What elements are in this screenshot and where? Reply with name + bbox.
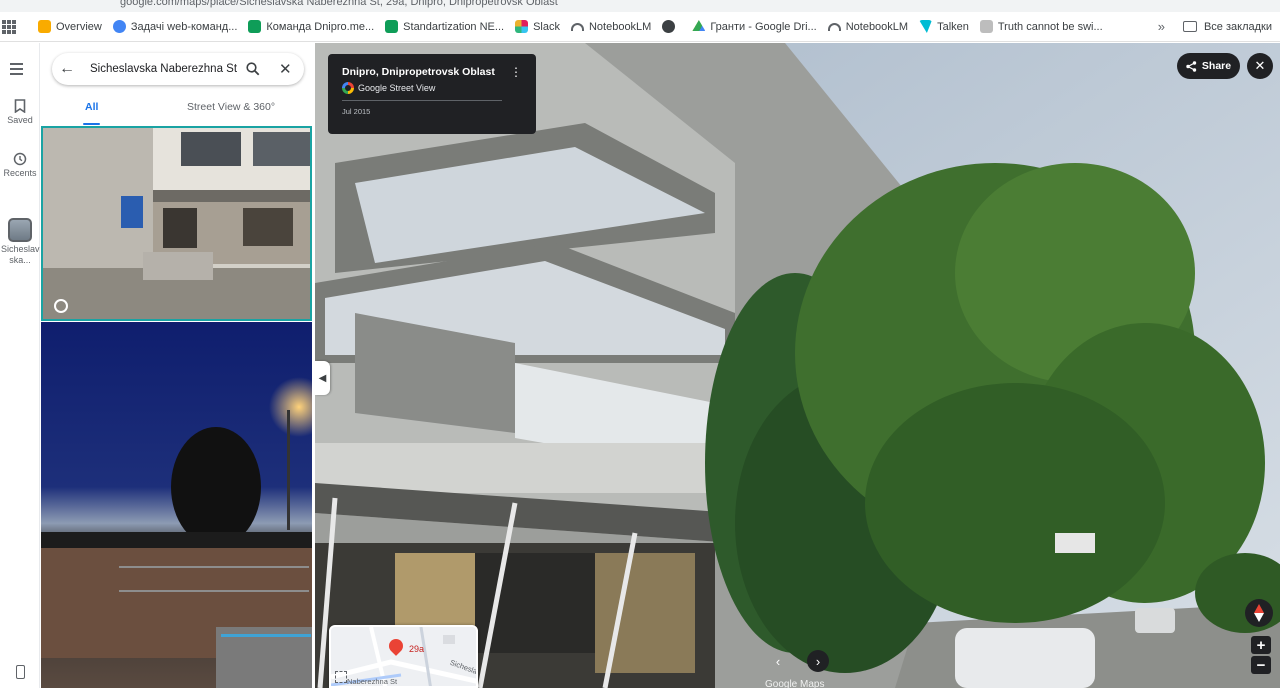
maps-side-rail: Saved Recents Sicheslav ska... (0, 43, 40, 688)
photo-thumbnail-night[interactable] (41, 322, 312, 688)
talken-icon (919, 20, 933, 33)
back-arrow-icon[interactable]: ← (52, 60, 82, 78)
navigate-back-arrow[interactable]: ‹ (767, 650, 789, 672)
share-icon (1186, 60, 1197, 72)
saved-label: Saved (7, 115, 33, 125)
phone-icon[interactable] (0, 665, 40, 679)
bookmark-notebooklm[interactable]: NotebookLM (570, 21, 651, 33)
compass-needle (1254, 604, 1264, 622)
bookmark-grants[interactable]: Гранти - Google Dri... (692, 20, 817, 33)
search-input[interactable] (90, 63, 238, 75)
address-bar-strip: google.com/maps/place/Sicheslavska Naber… (0, 0, 1280, 12)
minimap-address-label: 29a (409, 644, 425, 654)
minimap[interactable]: 29a Sicheslavska Naberezhna St (329, 625, 478, 688)
imagery-source: Google Street View (358, 83, 436, 93)
bookmark-tasks[interactable]: Задачі web-команд... (112, 20, 237, 33)
notebooklm-icon (570, 22, 584, 31)
notebooklm-icon (827, 22, 841, 31)
location-info-card: Dnipro, Dnipropetrovsk Oblast ⋮ Google S… (328, 54, 536, 134)
bookmark-team[interactable]: Команда Dnipro.me... (248, 20, 374, 33)
bookmark-talken[interactable]: Talken (919, 20, 969, 33)
sheets-icon (248, 20, 262, 33)
building-photo (43, 128, 310, 319)
google-maps-watermark: Google Maps (765, 679, 825, 688)
recent-place-button[interactable]: Sicheslav ska... (0, 218, 40, 266)
search-panel: ← ✕ All Street View & 360° (40, 43, 314, 688)
divider (342, 100, 502, 101)
history-icon (13, 152, 27, 166)
street-view-panorama (315, 43, 1280, 688)
search-box: ← ✕ (52, 53, 304, 85)
page-icon (979, 20, 993, 33)
recent-place-thumbnail (8, 218, 32, 242)
apps-grid-icon[interactable] (2, 19, 16, 34)
bookmark-notebooklm-2[interactable]: NotebookLM (827, 21, 908, 33)
tasks-icon (112, 20, 126, 33)
bookmark-truth[interactable]: Truth cannot be swi... (979, 20, 1103, 33)
night-photo (41, 322, 312, 688)
expand-map-icon[interactable] (335, 671, 347, 683)
street-view-canvas[interactable]: Dnipro, Dnipropetrovsk Oblast ⋮ Google S… (315, 43, 1280, 688)
tab-street-view[interactable]: Street View & 360° (187, 101, 275, 125)
chevron-left-icon: ◀ (318, 372, 327, 384)
google-logo-icon (342, 82, 354, 94)
more-options-icon[interactable]: ⋮ (510, 65, 522, 79)
drive-icon (692, 20, 706, 32)
zoom-in-button[interactable]: + (1251, 636, 1271, 654)
bookmarks-overflow-button[interactable]: » (1158, 19, 1165, 34)
menu-icon[interactable] (10, 63, 23, 78)
recent-place-label: Sicheslav ska... (1, 244, 40, 265)
folder-icon (1182, 21, 1197, 32)
photo-thumbnail-building[interactable] (41, 126, 312, 321)
recents-button[interactable]: Recents (0, 152, 40, 178)
bookmark-globe[interactable] (662, 20, 681, 33)
collapse-panel-button[interactable]: ◀ (315, 361, 330, 395)
capture-date[interactable]: Jul 2015 (342, 107, 370, 116)
navigate-forward-arrow[interactable]: › (807, 650, 829, 672)
share-button[interactable]: Share (1177, 53, 1240, 79)
saved-button[interactable]: Saved (0, 99, 40, 125)
close-street-view-button[interactable]: ✕ (1247, 53, 1273, 79)
place-title: Dnipro, Dnipropetrovsk Oblast (342, 66, 495, 78)
results-tabs: All Street View & 360° (40, 101, 314, 125)
search-icon[interactable] (246, 62, 260, 76)
bookmark-standartization[interactable]: Standartization NE... (385, 20, 504, 33)
bookmark-slack[interactable]: Slack (515, 20, 560, 33)
bookmarks-bar: Overview Задачі web-команд... Команда Dn… (0, 12, 1280, 42)
sheets-icon (385, 20, 399, 33)
overview-icon (38, 20, 51, 33)
url-text[interactable]: google.com/maps/place/Sicheslavska Naber… (120, 0, 558, 8)
all-bookmarks-button[interactable]: Все закладки (1182, 21, 1272, 33)
zoom-out-button[interactable]: − (1251, 656, 1271, 674)
recents-label: Recents (3, 168, 37, 178)
compass-icon[interactable] (1245, 599, 1273, 627)
minimap-street-label-2: Naberezhna St (347, 677, 398, 686)
slack-icon (515, 20, 529, 33)
bookmark-icon (14, 99, 26, 114)
tab-all[interactable]: All (82, 101, 101, 125)
bookmark-overview[interactable]: Overview (38, 20, 102, 33)
globe-icon (662, 20, 676, 33)
clear-search-icon[interactable]: ✕ (279, 60, 292, 78)
